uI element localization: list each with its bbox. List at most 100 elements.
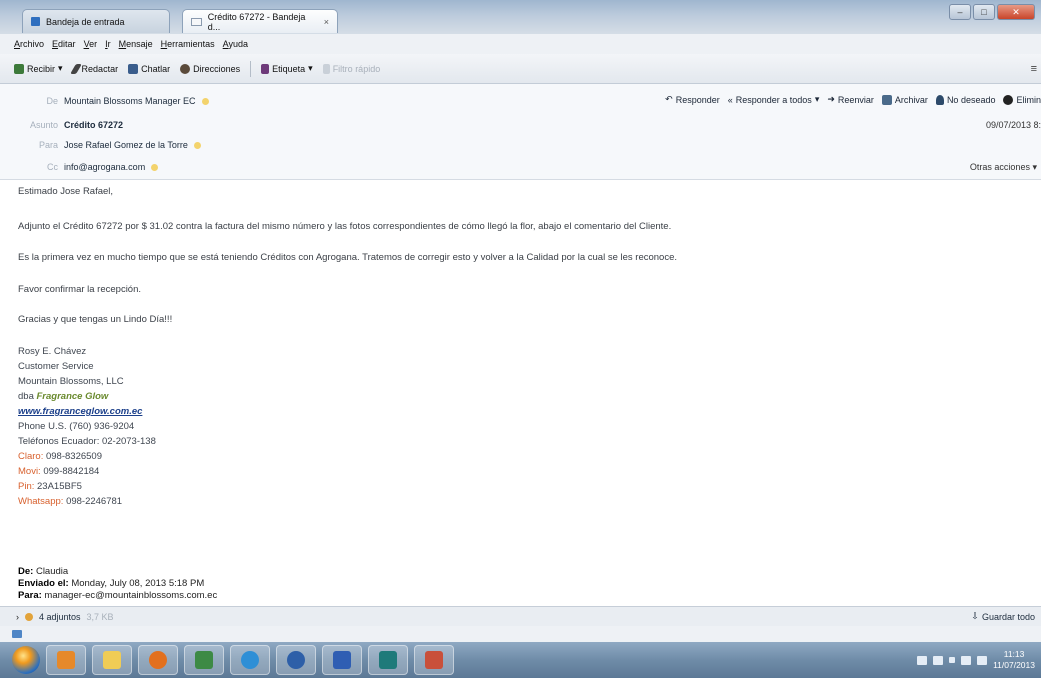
star-icon[interactable] [193,141,201,149]
chevron-down-icon: ▾ [1032,162,1037,172]
volume-icon[interactable] [977,655,988,665]
movi-line: Movi: 099-8842184 [18,466,99,477]
compose-label: Redactar [81,63,119,74]
download-icon: ⇩ [971,611,979,621]
menu-help[interactable]: Ayuda [223,39,248,49]
from-value[interactable]: Mountain Blossoms Manager EC [64,96,196,106]
chevron-down-icon[interactable]: ▾ [308,63,313,74]
paperclip-icon [25,612,33,621]
menu-view[interactable]: Ver [84,39,98,49]
receive-button[interactable]: Recibir ▾ [14,63,63,74]
taskbar-outlook[interactable] [46,645,86,675]
menu-file[interactable]: Archivo [14,39,44,49]
forward-button[interactable]: ➜ Reenviar [827,94,874,105]
header-to-row: Para Jose Rafael Gomez de la Torre [18,140,201,150]
taskbar-skype[interactable] [230,645,270,675]
junk-button[interactable]: No deseado [935,94,996,105]
cc-value[interactable]: info@agrogana.com [64,162,145,172]
archive-button[interactable]: Archivar [881,94,928,105]
tab-message[interactable]: Crédito 67272 - Bandeja d... × [182,9,338,33]
app-menu-icon[interactable]: ≡ [1031,63,1037,75]
close-window-button[interactable]: ✕ [997,4,1035,20]
status-icon [12,630,22,638]
taskbar-thunderbird[interactable] [276,645,316,675]
maximize-button[interactable]: □ [973,4,995,20]
forward-icon: ➜ [827,94,835,104]
chat-button[interactable]: Chatlar [128,63,170,74]
message-actions: ↶ Responder « Responder a todos ▾ ➜ Reen… [665,94,1041,105]
taskbar-firefox[interactable] [138,645,178,675]
quoted-from: De: Claudia [18,566,68,577]
delete-label: Elimin [1016,94,1041,105]
taskbar-app-7[interactable] [368,645,408,675]
cc-label: Cc [47,162,58,172]
mail-icon [191,17,202,26]
minimize-button[interactable]: – [949,4,971,20]
menu-edit[interactable]: Editar [52,39,76,49]
menu-go[interactable]: Ir [105,39,111,49]
flag-icon[interactable] [961,655,972,665]
menu-bar: Archivo Editar Ver Ir Mensaje Herramient… [0,34,1041,54]
more-actions-button[interactable]: Otras acciones ▾ [970,162,1037,173]
header-from-row: De Mountain Blossoms Manager EC [18,96,209,106]
movi-number: 099-8842184 [43,466,100,477]
toolbar-divider [250,60,252,77]
chevron-down-icon[interactable]: ▾ [815,94,820,105]
attachments-count[interactable]: 4 adjuntos [39,612,81,622]
tab-message-label: Crédito 67272 - Bandeja d... [207,11,306,32]
system-tray: 11:13 11/07/2013 [891,642,1041,678]
phone-ecuador: Teléfonos Ecuador: 02-2073-138 [18,436,156,447]
taskbar-folder[interactable] [92,645,132,675]
quoted-to-value: manager-ec@mountainblossoms.com.ec [44,590,218,601]
star-icon[interactable] [201,97,209,105]
quoted-from-value: Claudia [35,566,69,577]
claro-number: 098-8326509 [45,451,102,462]
reply-all-button[interactable]: « Responder a todos ▾ [728,94,820,105]
whatsapp-label: Whatsapp: [18,496,64,507]
expand-toggle-icon[interactable]: › [16,612,19,622]
archive-label: Archivar [894,94,928,105]
address-book-button[interactable]: Direcciones [180,63,241,74]
menu-tools[interactable]: Herramientas [161,39,215,49]
chat-icon [128,63,139,74]
quoted-to-label: Para: [18,590,42,601]
network-icon[interactable] [933,655,944,665]
reply-button[interactable]: ↶ Responder [665,94,720,105]
to-value[interactable]: Jose Rafael Gomez de la Torre [64,140,188,150]
menu-message[interactable]: Mensaje [119,39,153,49]
pin-line: Pin: 23A15BF5 [18,481,82,492]
chevron-down-icon[interactable]: ▾ [58,63,63,74]
excel-icon [195,651,213,669]
taskbar-excel[interactable] [184,645,224,675]
save-all-button[interactable]: ⇩ Guardar todo [971,611,1035,622]
receive-label: Recibir [27,63,56,74]
taskbar-word[interactable] [322,645,362,675]
compose-button[interactable]: Redactar [69,63,119,74]
status-bar [0,626,1041,642]
outlook-icon [57,651,75,669]
tray-arrow-icon[interactable] [949,657,956,663]
clock[interactable]: 11:13 11/07/2013 [993,649,1035,671]
junk-label: No deseado [946,94,996,105]
keyboard-icon[interactable] [917,655,928,665]
tab-inbox[interactable]: Bandeja de entrada [22,9,170,33]
address-book-label: Direcciones [193,63,241,74]
app-7-icon [379,651,397,669]
delete-button[interactable]: Elimin [1003,94,1041,105]
movi-label: Movi: [18,466,41,477]
star-icon[interactable] [151,163,159,171]
pin-label: Pin: [18,481,35,492]
tab-close-icon[interactable]: × [324,17,329,27]
website-link[interactable]: www.fragranceglow.com.ec [18,406,142,417]
paint-icon [425,651,443,669]
signature-dba: dba Fragrance Glow [18,391,108,402]
download-icon [14,63,24,74]
taskbar-paint[interactable] [414,645,454,675]
quick-filter-button[interactable]: Filtro rápido [322,63,381,74]
message-header: De Mountain Blossoms Manager EC Asunto C… [0,84,1041,180]
start-button[interactable] [12,646,40,674]
tag-button[interactable]: Etiqueta ▾ [261,63,313,74]
attachments-size: 3,7 KB [86,611,114,622]
quick-filter-label: Filtro rápido [332,63,381,74]
from-label: De [46,96,58,106]
